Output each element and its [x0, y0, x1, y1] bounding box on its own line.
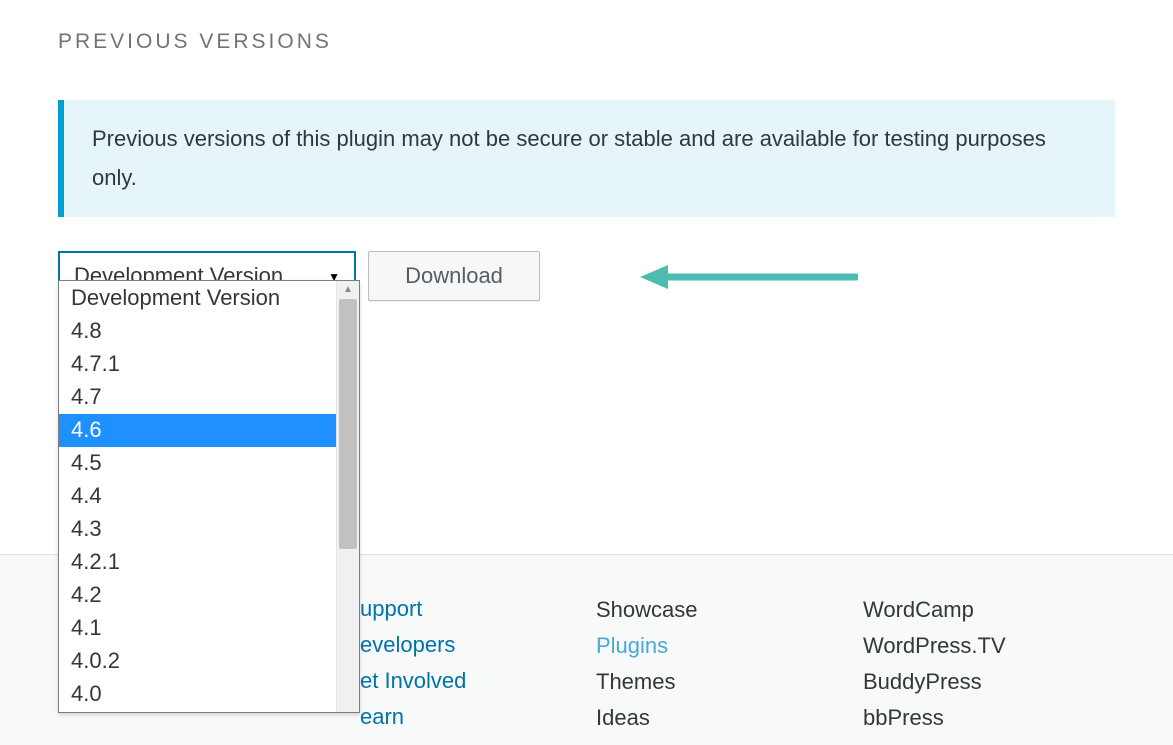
footer-link-fragment[interactable]: et Involved	[360, 668, 466, 694]
scroll-up-icon[interactable]: ▲	[337, 284, 359, 295]
footer-link-fragment[interactable]: evelopers	[360, 632, 466, 658]
version-option[interactable]: 4.5	[59, 447, 336, 480]
version-option[interactable]: 4.7.1	[59, 348, 336, 381]
version-option[interactable]: 4.4	[59, 480, 336, 513]
version-option[interactable]: 4.3	[59, 513, 336, 546]
version-option[interactable]: 4.0	[59, 678, 336, 711]
version-option[interactable]: 4.8	[59, 315, 336, 348]
footer-link[interactable]: WordPress.TV	[863, 633, 1006, 659]
version-option[interactable]: 4.2.1	[59, 546, 336, 579]
footer-link[interactable]: Plugins	[596, 633, 863, 659]
footer-link-fragment[interactable]: earn	[360, 704, 466, 730]
version-option[interactable]: 4.0.2	[59, 645, 336, 678]
warning-notice: Previous versions of this plugin may not…	[58, 100, 1115, 217]
footer-link[interactable]: BuddyPress	[863, 669, 1006, 695]
footer-link-fragment[interactable]: upport	[360, 596, 466, 622]
footer-link[interactable]: WordCamp	[863, 597, 1006, 623]
download-button[interactable]: Download	[368, 251, 540, 301]
footer-peek-column: upport evelopers et Involved earn	[360, 596, 466, 730]
version-option[interactable]: 4.7	[59, 381, 336, 414]
footer-link[interactable]: Ideas	[596, 705, 863, 731]
version-option[interactable]: 4.6	[59, 414, 336, 447]
footer-link[interactable]: Themes	[596, 669, 863, 695]
version-option[interactable]: 4.2	[59, 579, 336, 612]
footer-link[interactable]: bbPress	[863, 705, 1006, 731]
scroll-thumb[interactable]	[339, 299, 357, 549]
dropdown-scrollbar[interactable]: ▲	[336, 281, 359, 712]
version-dropdown-panel[interactable]: Development Version4.84.7.14.74.64.54.44…	[58, 280, 360, 713]
version-dropdown-list: Development Version4.84.7.14.74.64.54.44…	[59, 281, 336, 712]
footer-link[interactable]: Showcase	[596, 597, 863, 623]
version-option[interactable]: 4.1	[59, 612, 336, 645]
section-heading: PREVIOUS VERSIONS	[58, 30, 1115, 54]
annotation-arrow-icon	[638, 257, 858, 297]
version-option[interactable]: Development Version	[59, 282, 336, 315]
